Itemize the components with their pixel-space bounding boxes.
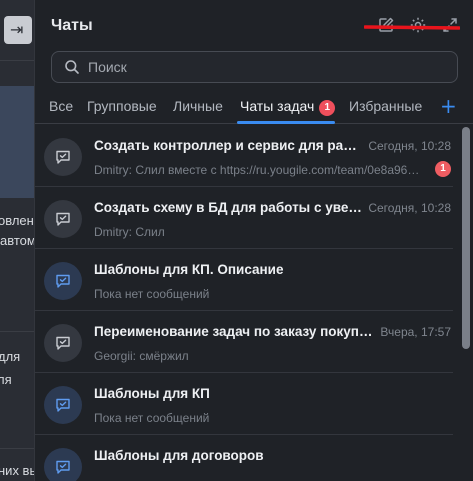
tab-unread-badge: 1 bbox=[319, 100, 336, 116]
chat-avatar bbox=[44, 386, 82, 424]
background-divider bbox=[0, 60, 36, 61]
task-chat-icon bbox=[56, 398, 70, 412]
chat-avatar bbox=[44, 448, 82, 481]
chat-last-message: Пока нет сообщений bbox=[94, 411, 210, 425]
tab-group[interactable]: Групповые bbox=[87, 98, 157, 114]
sidebar-expand-icon: ⇥ bbox=[10, 20, 24, 39]
chat-list-item[interactable]: Переименование задач по заказу покупател… bbox=[35, 311, 453, 373]
chat-title: Создать схему в БД для работы с уведомле… bbox=[94, 200, 362, 215]
background-selected-row bbox=[0, 86, 36, 198]
chat-title: Шаблоны для договоров bbox=[94, 448, 264, 463]
background-app: ⇥ овлен автом для ля них вы bbox=[0, 0, 36, 481]
chat-title: Шаблоны для КП bbox=[94, 386, 210, 401]
chat-last-message: Dmitry: Слил bbox=[94, 225, 165, 239]
task-chat-icon bbox=[56, 460, 70, 474]
background-text: них вы bbox=[0, 463, 36, 478]
chat-time: Сегодня, 10:28 bbox=[368, 139, 451, 153]
chat-last-message: Georgii: смёржил bbox=[94, 349, 189, 363]
chat-avatar bbox=[44, 200, 82, 238]
panel-header: Чаты bbox=[35, 0, 473, 52]
search-box[interactable] bbox=[51, 51, 458, 83]
chat-list-item[interactable]: Шаблоны для КП. Описание Пока нет сообще… bbox=[35, 249, 453, 311]
sidebar-expand-button[interactable]: ⇥ bbox=[4, 16, 32, 44]
chat-title: Создать контроллер и сервис для работы с… bbox=[94, 138, 362, 153]
chat-avatar bbox=[44, 262, 82, 300]
background-text: овлен bbox=[0, 213, 34, 228]
chat-list-scrollbar[interactable] bbox=[460, 125, 470, 481]
chat-list: Создать контроллер и сервис для работы с… bbox=[35, 125, 453, 481]
chat-list-item[interactable]: Шаблоны для договоров bbox=[35, 435, 453, 481]
background-text: ля bbox=[0, 372, 12, 387]
task-chat-icon bbox=[56, 150, 70, 164]
chat-avatar bbox=[44, 324, 82, 362]
red-annotation-stroke bbox=[364, 25, 460, 30]
chat-last-message: Dmitry: Слил вместе с https://ru.yougile… bbox=[94, 163, 424, 177]
background-text: для bbox=[0, 349, 21, 364]
tab-task-chats[interactable]: Чаты задач 1 bbox=[240, 98, 336, 116]
search-icon bbox=[64, 59, 80, 75]
chat-list-item[interactable]: Создать схему в БД для работы с уведомле… bbox=[35, 187, 453, 249]
background-divider bbox=[0, 448, 36, 449]
search-input[interactable] bbox=[88, 57, 438, 77]
chats-panel: Чаты Поиск Все Групповые Личные Чаты зад… bbox=[34, 0, 473, 481]
active-tab-indicator bbox=[237, 121, 335, 124]
tab-favorites[interactable]: Избранные bbox=[349, 98, 422, 114]
add-tab-button[interactable]: + bbox=[440, 94, 457, 118]
background-text: автом bbox=[0, 233, 36, 248]
tab-task-chats-label: Чаты задач bbox=[240, 98, 315, 114]
task-chat-icon bbox=[56, 212, 70, 226]
panel-title: Чаты bbox=[51, 17, 93, 34]
task-chat-icon bbox=[56, 274, 70, 288]
chat-time: Сегодня, 10:28 bbox=[368, 201, 451, 215]
tab-all[interactable]: Все bbox=[49, 98, 73, 114]
chat-title: Переименование задач по заказу покупател… bbox=[94, 324, 376, 339]
background-divider bbox=[0, 331, 36, 332]
chat-avatar bbox=[44, 138, 82, 176]
chat-list-item[interactable]: Шаблоны для КП Пока нет сообщений bbox=[35, 373, 453, 435]
chat-tabs: Все Групповые Личные Чаты задач 1 Избранн… bbox=[35, 94, 473, 124]
unread-badge: 1 bbox=[435, 161, 451, 177]
chat-list-item[interactable]: Создать контроллер и сервис для работы с… bbox=[35, 125, 453, 187]
task-chat-icon bbox=[56, 336, 70, 350]
tab-personal[interactable]: Личные bbox=[173, 98, 223, 114]
chat-time: Вчера, 17:57 bbox=[380, 325, 451, 339]
chat-last-message: Пока нет сообщений bbox=[94, 287, 210, 301]
scrollbar-thumb[interactable] bbox=[462, 127, 470, 349]
chat-title: Шаблоны для КП. Описание bbox=[94, 262, 284, 277]
